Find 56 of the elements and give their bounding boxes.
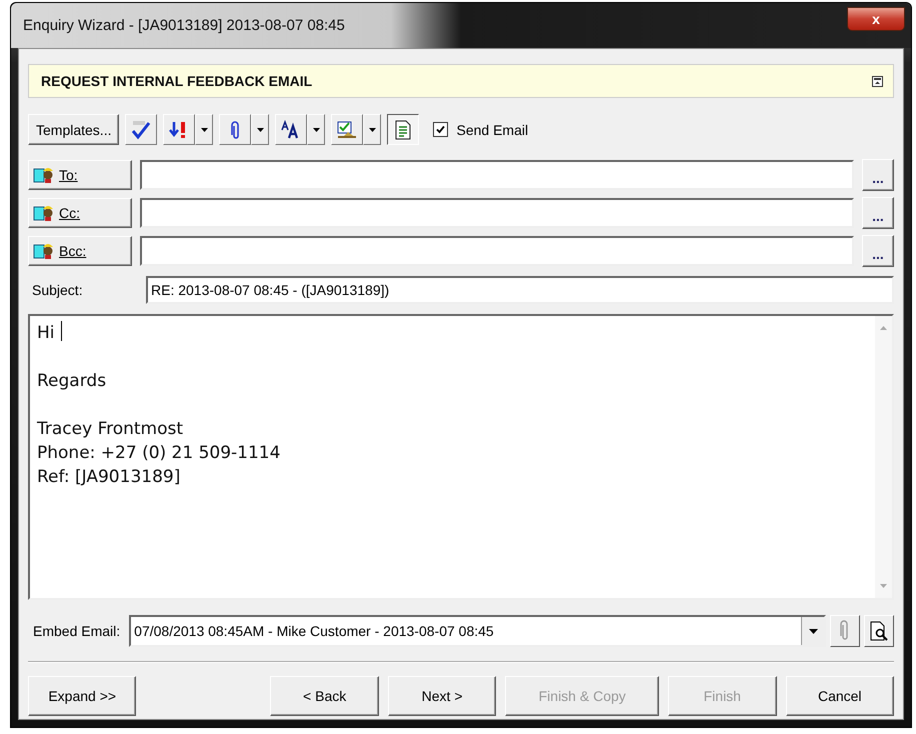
message-text: Regards xyxy=(37,370,108,393)
checklist-icon xyxy=(336,120,358,140)
priority-button[interactable] xyxy=(163,114,196,145)
message-text: Tracey Frontmost xyxy=(37,418,184,441)
recipient-field[interactable] xyxy=(140,160,854,190)
spellcheck-button[interactable] xyxy=(125,114,158,145)
recipient-button[interactable]: To: xyxy=(28,160,132,190)
notes-button[interactable] xyxy=(387,114,420,145)
message-text: Hi xyxy=(37,321,868,345)
caret-icon xyxy=(368,128,376,132)
templates-button[interactable]: Templates... xyxy=(28,114,120,145)
dropdown-button[interactable] xyxy=(251,114,270,145)
preview-icon xyxy=(869,621,889,641)
recipient-field[interactable] xyxy=(140,198,854,228)
contact-book-icon xyxy=(33,242,55,260)
send-email-label: Send Email xyxy=(456,122,528,138)
browse-button[interactable]: ... xyxy=(862,197,894,229)
checkmark-icon xyxy=(435,124,446,135)
dropdown-button[interactable] xyxy=(307,114,326,145)
attach-button[interactable] xyxy=(830,615,860,647)
caret-icon xyxy=(256,128,264,132)
message-body[interactable]: Hi Regards Tracey Frontmost Phone: +27 (0) 21 509-1114 Ref: [JA9013189] xyxy=(28,314,894,600)
browse-button[interactable]: ... xyxy=(862,159,894,191)
dropdown-button[interactable] xyxy=(195,114,214,145)
section-title: REQUEST INTERNAL FEEDBACK EMAIL xyxy=(41,73,312,89)
close-button[interactable]: x xyxy=(847,6,905,30)
checklist-button[interactable] xyxy=(331,114,364,145)
document-icon xyxy=(394,120,412,140)
paperclip-icon xyxy=(231,120,240,138)
contact-book-icon xyxy=(33,204,55,222)
caret-icon xyxy=(200,128,208,132)
window-title: Enquiry Wizard - [JA9013189] 2013-08-07 08:45 xyxy=(23,17,345,34)
recipient-button[interactable]: Cc: xyxy=(28,198,132,228)
font-button[interactable] xyxy=(275,114,308,145)
browse-button[interactable]: ... xyxy=(862,235,894,267)
caret-icon xyxy=(312,128,320,132)
wizard-button[interactable]: Cancel xyxy=(786,676,894,716)
recipient-button[interactable]: Bcc: xyxy=(28,236,132,266)
wizard-button[interactable]: Next > xyxy=(388,676,496,716)
spellcheck-icon xyxy=(130,120,152,140)
message-text: Ref: [JA9013189] xyxy=(37,466,182,489)
embed-email-dropdown[interactable]: 07/08/2013 08:45AM - Mike Customer - 2013-08-07 08:45 xyxy=(129,615,826,647)
message-text: Phone: +27 (0) 21 509-1114 xyxy=(37,442,282,465)
attachment-button[interactable] xyxy=(219,114,252,145)
embed-email-label: Embed Email: xyxy=(32,623,122,639)
collapse-icon[interactable] xyxy=(872,76,883,86)
wizard-button[interactable]: < Back xyxy=(270,676,379,716)
recipient-field[interactable] xyxy=(140,236,854,266)
subject-label: Subject: xyxy=(31,282,84,298)
send-email-checkbox[interactable] xyxy=(433,122,448,137)
preview-button[interactable] xyxy=(864,615,894,647)
wizard-button[interactable]: Expand >> xyxy=(28,676,136,716)
contact-book-icon xyxy=(33,166,55,184)
subject-field[interactable]: RE: 2013-08-07 08:45 - ([JA9013189]) xyxy=(146,276,894,304)
dropdown-button[interactable] xyxy=(363,114,382,145)
caret-icon xyxy=(808,628,818,634)
